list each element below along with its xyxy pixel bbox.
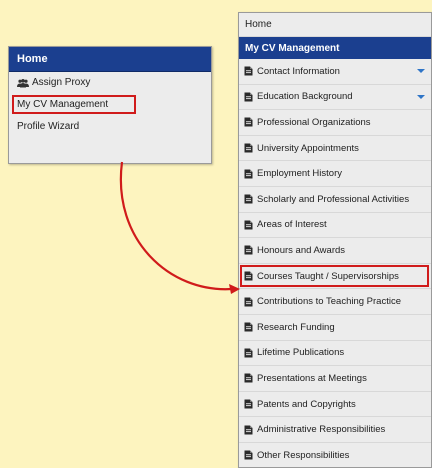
cv-section-item[interactable]: Professional Organizations <box>239 110 431 136</box>
document-icon <box>244 92 253 102</box>
cv-section-label: Lifetime Publications <box>257 347 345 359</box>
cv-section-label: University Appointments <box>257 142 359 154</box>
cv-section-item[interactable]: Education Background <box>239 85 431 111</box>
left-menu-home-header[interactable]: Home <box>9 47 211 72</box>
cv-section-label: Other Responsibilities <box>257 449 350 461</box>
cv-section-label: Professional Organizations <box>257 116 371 128</box>
menu-item-assign-proxy[interactable]: Assign Proxy <box>9 72 211 94</box>
document-icon <box>244 425 253 435</box>
caret-down-icon[interactable] <box>417 94 425 99</box>
cv-section-item[interactable]: Scholarly and Professional Activities <box>239 187 431 213</box>
cv-section-label: Courses Taught / Supervisorships <box>257 270 399 282</box>
cv-section-label: Contact Information <box>257 65 340 77</box>
cv-section-item[interactable]: Courses Taught / Supervisorships <box>239 264 431 290</box>
document-icon <box>244 220 253 230</box>
cv-section-label: Education Background <box>257 91 353 103</box>
document-icon <box>244 245 253 255</box>
document-icon <box>244 117 253 127</box>
cv-section-label: Presentations at Meetings <box>257 372 367 384</box>
document-icon <box>244 348 253 358</box>
cv-section-item[interactable]: Administrative Responsibilities <box>239 417 431 443</box>
cv-section-label: Patents and Copyrights <box>257 398 356 410</box>
cv-section-list: Contact Information Education Background P… <box>239 59 431 467</box>
cv-section-label: Research Funding <box>257 321 335 333</box>
document-icon <box>244 373 253 383</box>
left-menu-panel: Home Assign Proxy My CV Management Profi… <box>8 46 212 164</box>
cv-management-menu-panel: Home My CV Management Contact Informatio… <box>238 12 432 468</box>
menu-item-label: Assign Proxy <box>32 77 91 88</box>
cv-management-header[interactable]: My CV Management <box>239 37 431 59</box>
cv-section-item[interactable]: Research Funding <box>239 315 431 341</box>
cv-section-label: Contributions to Teaching Practice <box>257 296 401 308</box>
caret-down-icon[interactable] <box>417 69 425 74</box>
document-icon <box>244 322 253 332</box>
document-icon <box>244 271 253 281</box>
cv-section-label: Administrative Responsibilities <box>257 424 386 436</box>
document-icon <box>244 143 253 153</box>
cv-section-label: Honours and Awards <box>257 244 346 256</box>
document-icon <box>244 194 253 204</box>
menu-home-link[interactable]: Home <box>239 13 431 37</box>
cv-section-item[interactable]: Contact Information <box>239 59 431 85</box>
cv-section-item[interactable]: Contributions to Teaching Practice <box>239 289 431 315</box>
menu-item-profile-wizard[interactable]: Profile Wizard <box>9 116 211 138</box>
cv-section-label: Scholarly and Professional Activities <box>257 193 410 205</box>
cv-section-item[interactable]: Patents and Copyrights <box>239 392 431 418</box>
cv-section-item[interactable]: Areas of Interest <box>239 213 431 239</box>
document-icon <box>244 399 253 409</box>
cv-section-item[interactable]: Employment History <box>239 161 431 187</box>
menu-item-label: My CV Management <box>17 99 109 110</box>
document-icon <box>244 450 253 460</box>
cv-section-item[interactable]: Presentations at Meetings <box>239 366 431 392</box>
cv-section-item[interactable]: University Appointments <box>239 136 431 162</box>
cv-section-item[interactable]: Lifetime Publications <box>239 341 431 367</box>
menu-item-my-cv-management[interactable]: My CV Management <box>9 94 211 116</box>
cv-section-item[interactable]: Honours and Awards <box>239 238 431 264</box>
cv-section-label: Employment History <box>257 168 342 180</box>
document-icon <box>244 297 253 307</box>
document-icon <box>244 169 253 179</box>
menu-item-label: Profile Wizard <box>17 121 80 132</box>
document-icon <box>244 66 253 76</box>
users-icon <box>17 78 29 88</box>
cv-section-item[interactable]: Other Responsibilities <box>239 443 431 467</box>
cv-section-label: Areas of Interest <box>257 219 327 231</box>
